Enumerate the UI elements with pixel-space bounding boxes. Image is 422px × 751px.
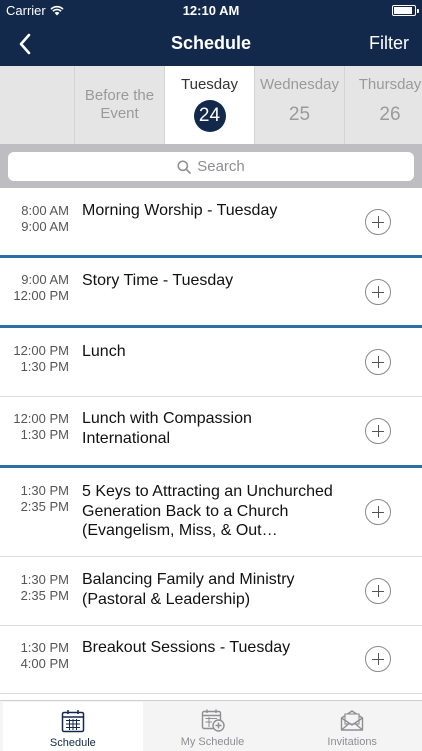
session-row[interactable]: 9:00 AM 12:00 PM Story Time - Tuesday [0,258,422,328]
tab-label: My Schedule [180,736,245,748]
tab-label: Invitations [327,736,377,748]
session-time: 9:00 AM 12:00 PM [13,272,69,303]
session-title: Morning Worship - Tuesday [82,202,278,219]
session-title: Story Time - Tuesday [82,272,234,289]
session-row[interactable]: 1:30 PM 2:35 PM 5 Keys to Attracting an U… [0,468,422,557]
session-time: 1:30 PM 2:35 PM [20,572,69,603]
calendar-add-icon [201,709,225,732]
session-row[interactable]: 8:00 AM 9:00 AM Morning Worship - Tuesday [0,188,422,258]
tab-schedule[interactable]: Schedule [3,702,143,751]
add-session-button[interactable] [365,499,391,525]
day-tab-label: Thursday [358,76,422,93]
session-title: Lunch with Compassion International [82,410,252,447]
status-time: 12:10 AM [182,3,240,18]
calendar-icon [61,710,85,733]
day-tab-wednesday[interactable]: Wednesday 25 [254,66,344,144]
tab-bar: Schedule My Schedule Invitations [0,700,422,751]
day-tab-number: 24 [193,100,226,132]
navigation-bar: Schedule Filter [0,22,422,66]
day-tab-label: Before the Event [84,87,155,122]
day-tab-number: 26 [379,104,401,125]
search-placeholder: Search [197,158,245,175]
session-time: 12:00 PM 1:30 PM [13,411,69,442]
envelope-icon [340,710,364,731]
add-session-button[interactable] [365,578,391,604]
session-row[interactable]: 12:00 PM 1:30 PM Lunch with Compassion In… [0,397,422,468]
add-session-button[interactable] [365,418,391,444]
session-title: Breakout Sessions - Tuesday [82,639,291,656]
search-input[interactable]: Search [8,152,414,181]
day-tab-label: Wednesday [260,76,339,93]
filter-button[interactable]: Filter [369,33,409,54]
tab-invitations[interactable]: Invitations [282,701,422,751]
day-tabs-spacer [0,66,74,144]
day-tab-thursday[interactable]: Thursday 26 [344,66,422,144]
session-time: 1:30 PM 4:00 PM [20,640,69,671]
battery-icon [392,5,419,16]
session-row[interactable]: 1:30 PM 2:35 PM Balancing Family and Mini… [0,557,422,626]
day-tab-before-event[interactable]: Before the Event [74,66,164,144]
session-title: Balancing Family and Ministry (Pastoral … [82,571,295,608]
day-tab-label: Tuesday [181,76,238,93]
day-tabs: Before the Event Tuesday 24 Wednesday 25… [0,66,422,144]
status-bar: Carrier 12:10 AM [0,0,422,22]
add-session-button[interactable] [365,279,391,305]
day-tab-number: 25 [288,104,311,125]
add-session-button[interactable] [365,209,391,235]
session-time: 12:00 PM 1:30 PM [13,343,69,374]
search-bar: Search [0,144,422,188]
search-icon [177,159,192,174]
session-list: 8:00 AM 9:00 AM Morning Worship - Tuesday… [0,188,422,694]
session-row[interactable]: 1:30 PM 4:00 PM Breakout Sessions - Tuesd… [0,626,422,694]
day-tab-tuesday[interactable]: Tuesday 24 [164,66,254,144]
page-title: Schedule [170,33,252,53]
session-time: 1:30 PM 2:35 PM [20,483,69,514]
session-title: Lunch [82,343,126,360]
session-row[interactable]: 12:00 PM 1:30 PM Lunch [0,328,422,397]
session-title: 5 Keys to Attracting an Unchurched Gener… [82,483,333,539]
tab-my-schedule[interactable]: My Schedule [143,701,283,751]
add-session-button[interactable] [365,349,391,375]
session-time: 8:00 AM 9:00 AM [21,203,69,234]
add-session-button[interactable] [365,646,391,672]
tab-label: Schedule [49,737,96,749]
